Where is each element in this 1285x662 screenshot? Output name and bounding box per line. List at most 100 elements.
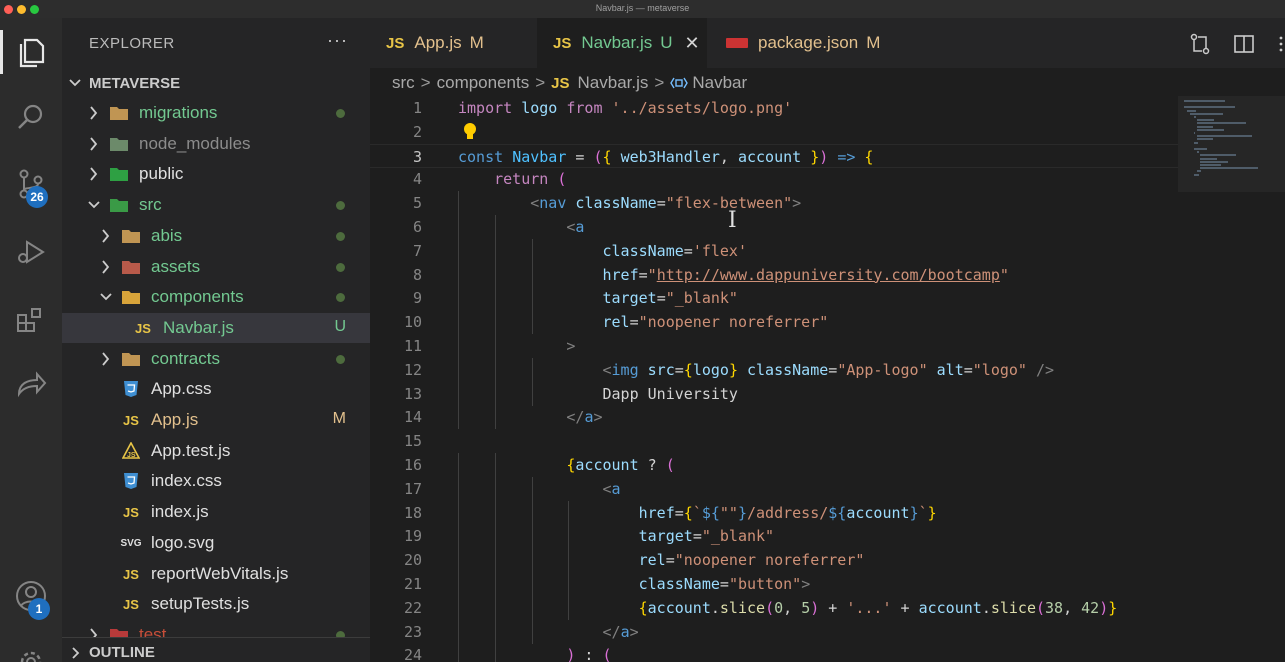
code-line[interactable]: 6 <a [370, 215, 1178, 239]
tree-item-label: src [139, 195, 162, 214]
line-number: 14 [403, 408, 422, 427]
accounts-activity[interactable]: 1 [0, 568, 62, 624]
code-text: ) : ( [566, 646, 612, 662]
test-file-icon: JS [121, 442, 141, 460]
files-icon [19, 38, 45, 68]
code-text: <nav className="flex-between"> [530, 194, 802, 213]
tree-item-migrations[interactable]: migrations [62, 98, 370, 128]
public-folder-icon [109, 165, 129, 183]
more-actions-button[interactable]: ··· [327, 30, 348, 51]
code-line[interactable]: 11 > [370, 334, 1178, 358]
tree-item-reportwebvitals-js[interactable]: JS reportWebVitals.js [62, 559, 370, 589]
scm-badge: 26 [26, 186, 48, 208]
code-line[interactable]: 5 <nav className="flex-between"> [370, 191, 1178, 216]
code-line[interactable]: 1 import logo from '../assets/logo.png' [370, 96, 1178, 120]
code-line[interactable]: 12 <img src={logo} className="App-logo" … [370, 357, 1178, 382]
tree-item-contracts[interactable]: contracts [62, 344, 370, 374]
tree-item-abis[interactable]: abis [62, 221, 370, 251]
explorer-activity[interactable] [0, 24, 62, 80]
code-line[interactable]: 14 </a> [370, 405, 1178, 430]
code-text: </a> [602, 622, 639, 641]
js-file-icon: JS [123, 412, 139, 428]
chevron-right-icon [102, 352, 110, 366]
tree-item-label: App.test.js [151, 441, 231, 460]
tab-navbar-js[interactable]: JS Navbar.js U ✕ [537, 18, 707, 68]
folder-icon [109, 104, 129, 122]
code-line[interactable]: 3 const Navbar = ({ web3Handler, account … [370, 143, 1178, 168]
git-status-badge: M [332, 410, 346, 427]
code-line[interactable]: 2 [370, 120, 1178, 144]
tree-item-app-js[interactable]: JS App.js M [62, 405, 370, 435]
code-line[interactable]: 13 Dapp University [370, 381, 1178, 406]
code-line[interactable]: 8 href="http://www.dappuniversity.com/bo… [370, 262, 1178, 287]
code-line[interactable]: 22 {account.slice(0, 5) + '...' + accoun… [370, 595, 1178, 620]
code-line[interactable]: 16 {account ? ( [370, 453, 1178, 477]
remote-activity[interactable] [0, 358, 62, 414]
text-cursor-icon: I [728, 208, 737, 233]
tab-app-js[interactable]: JS App.js M [370, 18, 535, 68]
tree-item-index-css[interactable]: index.css [62, 466, 370, 496]
tree-item-logo-svg[interactable]: SVG logo.svg [62, 528, 370, 558]
code-text: className="button"> [638, 575, 811, 593]
code-line[interactable]: 9 target="_blank" [370, 286, 1178, 311]
manage-activity[interactable] [0, 630, 62, 662]
run-debug-activity[interactable] [0, 224, 62, 280]
chevron-down-icon [100, 293, 112, 301]
css-file-icon [121, 380, 141, 398]
line-number: 8 [412, 265, 422, 284]
split-editor-icon[interactable] [1233, 33, 1255, 55]
breadcrumb-src[interactable]: src [392, 73, 415, 93]
line-number: 24 [403, 646, 422, 662]
code-line[interactable]: 20 rel="noopener noreferrer" [370, 548, 1178, 573]
lightbulb-icon[interactable] [462, 122, 478, 142]
tree-item-src[interactable]: src [62, 190, 370, 220]
minimap-line [1196, 170, 1202, 173]
git-change-dot [336, 109, 345, 118]
assets-folder-icon [121, 258, 141, 276]
search-activity[interactable] [0, 90, 62, 146]
tab-package-json[interactable]: package.json M [710, 18, 920, 68]
breadcrumb-file[interactable]: Navbar.js [578, 73, 649, 93]
tree-item-index-js[interactable]: JS index.js [62, 497, 370, 527]
code-text: return ( [494, 170, 567, 189]
tree-item-setuptests-js[interactable]: JS setupTests.js [62, 589, 370, 619]
code-line[interactable]: 4 return ( [370, 167, 1178, 191]
tree-item-navbar-js[interactable]: JS Navbar.js U [62, 313, 370, 343]
tree-item-assets[interactable]: assets [62, 252, 370, 282]
minimap-line [1200, 154, 1237, 157]
extensions-activity[interactable] [0, 292, 62, 348]
outline-section[interactable]: OUTLINE [62, 637, 370, 662]
tree-item-components[interactable]: components [62, 282, 370, 312]
tree-item-label: index.css [151, 471, 222, 490]
minimap[interactable] [1178, 96, 1285, 662]
project-header[interactable]: METAVERSE [62, 71, 370, 97]
minimap-line [1200, 167, 1259, 170]
js-file-icon: JS [123, 596, 139, 612]
tree-item-node-modules[interactable]: node_modules [62, 129, 370, 159]
line-number: 11 [403, 337, 422, 355]
code-line[interactable]: 24 ) : ( [370, 643, 1178, 662]
code-editor[interactable]: 1 import logo from '../assets/logo.png' 2 3… [370, 96, 1178, 662]
tree-item-label: node_modules [139, 134, 251, 153]
package-json-icon [726, 38, 748, 48]
tree-item-app-test-js[interactable]: JS App.test.js [62, 436, 370, 466]
chevron-right-icon [90, 137, 98, 151]
code-line[interactable]: 17 <a [370, 476, 1178, 501]
code-line[interactable]: 15 [370, 429, 1178, 453]
tree-item-app-css[interactable]: App.css [62, 374, 370, 404]
code-line[interactable]: 23 </a> [370, 619, 1178, 644]
code-line[interactable]: 18 href={`${""}/address/${account}`} [370, 500, 1178, 525]
code-line[interactable]: 19 target="_blank" [370, 524, 1178, 549]
source-control-activity[interactable]: 26 [0, 156, 62, 212]
more-icon[interactable] [1277, 33, 1285, 55]
tree-item-public[interactable]: public [62, 159, 370, 189]
svg-text:JS: JS [127, 452, 136, 459]
code-line[interactable]: 10 rel="noopener noreferrer" [370, 310, 1178, 335]
code-line[interactable]: 21 className="button"> [370, 572, 1178, 596]
breadcrumb-components[interactable]: components [437, 73, 530, 93]
code-text: rel="noopener noreferrer" [638, 551, 865, 570]
compare-changes-icon[interactable] [1189, 33, 1211, 55]
code-line[interactable]: 7 className='flex' [370, 238, 1178, 263]
breadcrumb-symbol[interactable]: Navbar [692, 73, 747, 93]
close-tab-icon[interactable]: ✕ [685, 33, 700, 54]
